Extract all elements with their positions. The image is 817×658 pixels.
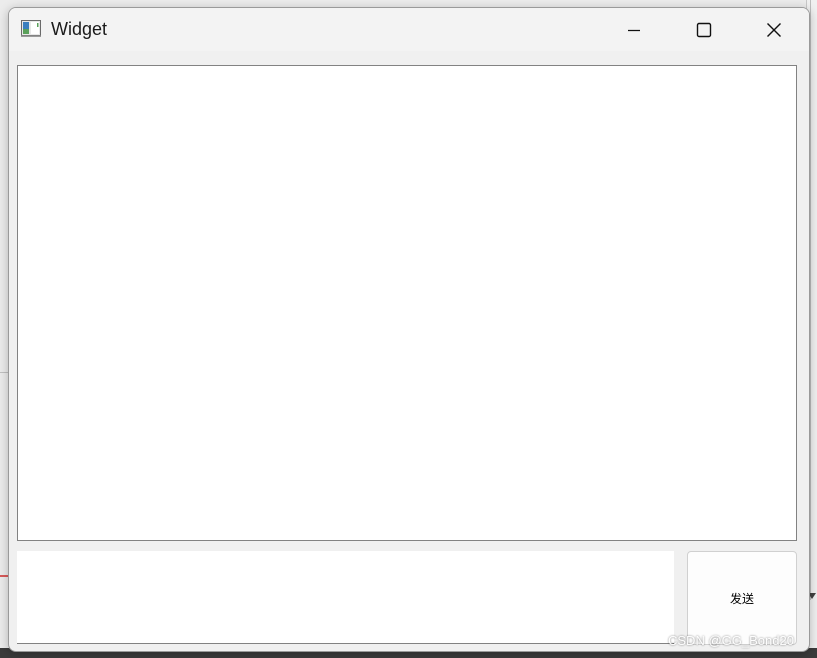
message-input[interactable]	[17, 551, 674, 644]
title-bar[interactable]: Widget	[9, 8, 809, 51]
background-divider	[810, 0, 811, 600]
maximize-icon	[696, 22, 712, 37]
qt-widget-app-icon	[21, 20, 41, 37]
minimize-button[interactable]	[599, 8, 669, 51]
send-button[interactable]: 发送	[687, 551, 797, 645]
widget-window: Widget 发送	[8, 7, 810, 652]
background-red-line	[0, 575, 8, 577]
message-display-area[interactable]	[17, 65, 797, 541]
close-icon	[767, 22, 781, 37]
minimize-icon	[628, 29, 640, 31]
background-divider-left	[0, 372, 8, 373]
maximize-button[interactable]	[669, 8, 739, 51]
csdn-watermark: CSDN @GG_Bond20	[668, 633, 794, 648]
window-title: Widget	[51, 19, 108, 39]
close-button[interactable]	[739, 8, 809, 51]
